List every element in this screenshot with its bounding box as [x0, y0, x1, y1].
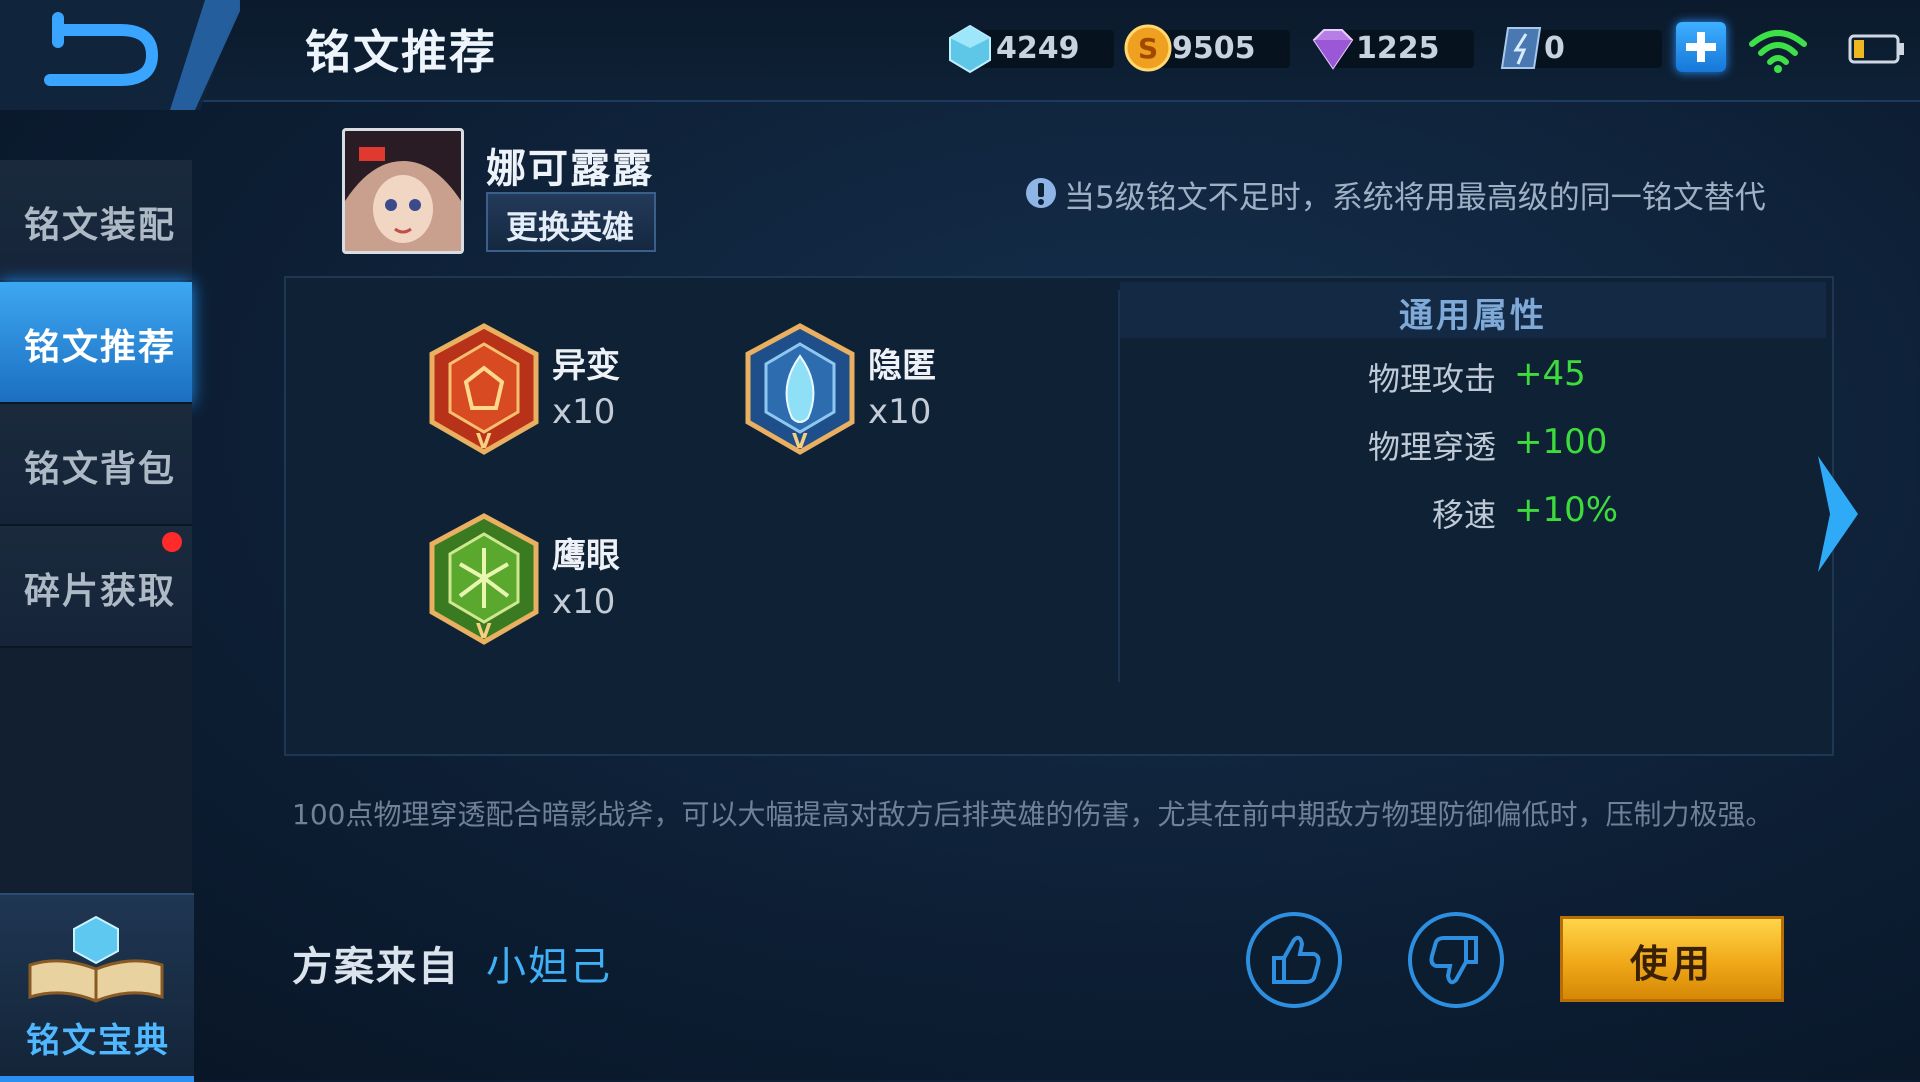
attribute-value: +10%: [1514, 490, 1619, 530]
top-bar: 铭文推荐 4249 S 9505 1225 0: [0, 0, 1920, 110]
sidebar-item-label: 铭文装配: [24, 205, 177, 246]
diamond-value: 1225: [1356, 31, 1440, 66]
plus-icon: [1686, 32, 1716, 62]
attribute-key: 移速: [1431, 496, 1496, 534]
battery-icon: [1848, 34, 1904, 64]
blue-rune-icon: V: [745, 323, 855, 455]
wifi-icon: [1749, 30, 1807, 73]
page-title: 铭文推荐: [305, 25, 497, 79]
rune-codex-button[interactable]: 铭文宝典: [0, 893, 194, 1082]
rune-item-hawkeye[interactable]: V 鹰眼 x10: [426, 512, 726, 648]
diamond-icon: [1312, 29, 1354, 70]
like-button[interactable]: [1246, 912, 1342, 1008]
attribute-value: +45: [1514, 354, 1586, 394]
source-author-link[interactable]: 小妲己: [486, 934, 612, 992]
sidebar-item-rune-recommend[interactable]: 铭文推荐: [0, 282, 192, 404]
rune-count: x10: [552, 582, 616, 622]
attributes-title: 通用属性: [1399, 296, 1547, 336]
rune-item-mutation[interactable]: V 异变 x10: [426, 322, 726, 458]
sidebar-item-label: 铭文背包: [24, 449, 177, 490]
attribute-key: 物理攻击: [1367, 360, 1496, 398]
rune-name: 鹰眼: [552, 536, 620, 576]
sidebar-item-rune-bag[interactable]: 铭文背包: [0, 404, 192, 526]
rune-item-conceal[interactable]: V 隐匿 x10: [742, 322, 1042, 458]
attribute-key: 物理穿透: [1367, 428, 1496, 466]
sidebar-item-rune-setup[interactable]: 铭文装配: [0, 160, 192, 282]
thumbs-down-icon: [1429, 936, 1478, 985]
recharge-plus-button[interactable]: [1676, 22, 1726, 72]
svg-text:V: V: [476, 619, 492, 643]
attribute-value: +100: [1514, 422, 1608, 462]
voucher-value: 0: [1544, 31, 1565, 66]
hero-name: 娜可露露: [486, 146, 654, 192]
attribute-row: 移速 +10%: [1120, 490, 1826, 540]
attribute-row: 物理攻击 +45: [1120, 354, 1826, 404]
red-rune-icon: V: [429, 323, 539, 455]
source-label: 方案来自: [292, 944, 460, 990]
crystal-icon: [949, 24, 991, 74]
rune-name: 隐匿: [868, 346, 936, 386]
hero-avatar-image: [345, 131, 461, 251]
back-arrow-icon: [0, 0, 245, 110]
rune-count: x10: [552, 392, 616, 432]
dislike-button[interactable]: [1408, 912, 1504, 1008]
sidebar-item-label: 铭文推荐: [24, 327, 177, 368]
next-page-arrow-icon[interactable]: [1812, 452, 1862, 576]
notification-dot: [162, 532, 182, 552]
gold-value: 9505: [1172, 31, 1256, 66]
use-button-label: 使用: [1629, 942, 1714, 986]
sidebar-item-label: 碎片获取: [24, 571, 177, 612]
use-button[interactable]: 使用: [1560, 916, 1784, 1002]
change-hero-label: 更换英雄: [506, 208, 635, 246]
hero-portrait[interactable]: [342, 128, 464, 254]
svg-text:V: V: [476, 429, 492, 453]
crystal-value: 4249: [996, 31, 1080, 66]
attribute-row: 物理穿透 +100: [1120, 422, 1826, 472]
codex-underline: [0, 1076, 194, 1082]
change-hero-button[interactable]: 更换英雄: [486, 192, 656, 252]
thumbs-up-icon: [1272, 935, 1321, 984]
panel-divider: [1118, 290, 1120, 682]
rune-count: x10: [868, 392, 932, 432]
info-icon: [1026, 178, 1056, 208]
recommend-description: 100点物理穿透配合暗影战斧，可以大幅提高对敌方后排英雄的伤害，尤其在前中期敌方…: [292, 798, 1774, 831]
green-rune-icon: V: [429, 513, 539, 645]
rune-name: 异变: [552, 346, 620, 386]
book-icon: [28, 915, 164, 1003]
tip-text: 当5级铭文不足时，系统将用最高级的同一铭文替代: [1064, 180, 1766, 216]
gold-coin-icon: S: [1124, 24, 1172, 72]
back-button[interactable]: [0, 0, 245, 110]
codex-label: 铭文宝典: [26, 1021, 170, 1061]
voucher-icon: [1500, 27, 1542, 69]
attributes-header: 通用属性: [1120, 282, 1826, 338]
svg-text:S: S: [1138, 32, 1158, 65]
svg-text:V: V: [792, 429, 808, 453]
